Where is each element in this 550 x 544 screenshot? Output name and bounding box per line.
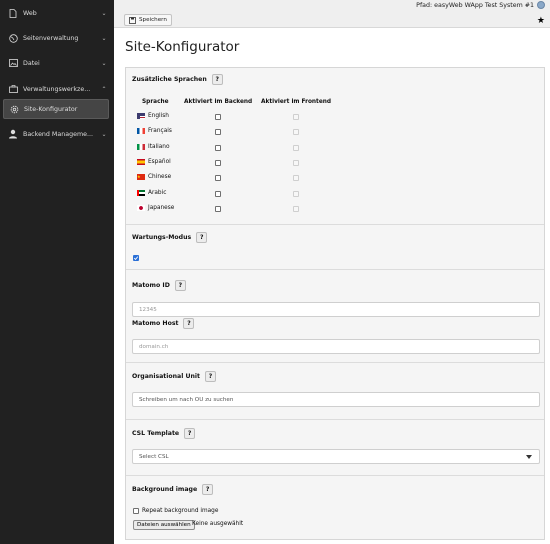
frontend-checkbox-japanese <box>293 206 299 212</box>
matomo-host-input[interactable]: domain.ch <box>132 339 540 354</box>
frontend-checkbox-espanol <box>293 160 299 166</box>
matomo-id-input[interactable]: 12345 <box>132 302 540 317</box>
page-icon <box>3 8 23 18</box>
config-panel: Zusätzliche Sprachen ? Sprache Aktiviert… <box>125 67 545 540</box>
chevron-up-icon: ⌃ <box>101 85 107 93</box>
backend-checkbox-chinese[interactable] <box>215 175 221 181</box>
sidebar-item-web[interactable]: Web ⌄ <box>3 3 109 23</box>
save-button[interactable]: Speichern <box>124 14 172 26</box>
sidebar-item-seitenverwaltung[interactable]: Seitenverwaltung ⌄ <box>3 28 109 48</box>
language-francais: Français <box>137 128 172 134</box>
backend-checkbox-english[interactable] <box>215 114 221 120</box>
maintenance-checkbox[interactable] <box>133 255 139 261</box>
topbar: Pfad: easyWeb WApp Test System #1 Speich… <box>114 0 550 28</box>
ou-search-input[interactable]: Schreiben um nach OU zu suchen <box>132 392 540 407</box>
image-icon <box>3 59 23 67</box>
divider <box>126 475 544 476</box>
maintenance-header: Wartungs-Modus ? <box>132 232 208 243</box>
chevron-down-icon: ⌄ <box>101 9 107 17</box>
csl-select[interactable]: Select CSL <box>132 449 540 464</box>
help-button-matomo-id[interactable]: ? <box>174 280 186 291</box>
sidebar-item-verwaltungswerkzeuge[interactable]: Verwaltungswerkze... ⌃ <box>3 79 109 99</box>
col-language: Sprache <box>142 99 169 105</box>
users-icon <box>3 129 23 139</box>
frontend-checkbox-francais <box>293 129 299 135</box>
chevron-down-icon: ⌄ <box>101 34 107 42</box>
flag-italy-icon <box>137 144 145 150</box>
divider <box>126 269 544 270</box>
divider <box>126 224 544 225</box>
col-frontend: Aktiviert im Frontend <box>261 99 332 105</box>
sidebar-item-backend-management[interactable]: Backend Manageme... ⌄ <box>3 124 109 144</box>
flag-us-icon <box>137 113 145 119</box>
frontend-checkbox-italiano <box>293 145 299 151</box>
frontend-checkbox-english <box>293 114 299 120</box>
file-select-button[interactable]: Dateien auswählen <box>133 520 195 530</box>
globe-icon <box>3 33 23 43</box>
divider <box>126 419 544 420</box>
csl-header: CSL Template ? <box>132 428 196 439</box>
help-button-background[interactable]: ? <box>202 484 214 495</box>
help-button-csl[interactable]: ? <box>184 428 196 439</box>
frontend-checkbox-arabic <box>293 191 299 197</box>
flag-france-icon <box>137 128 145 134</box>
bookmark-star-icon[interactable]: ★ <box>537 16 545 26</box>
flag-china-icon: ★ <box>137 174 145 180</box>
repeat-background-label: Repeat background image <box>142 508 219 514</box>
info-icon[interactable] <box>537 1 545 9</box>
backend-checkbox-japanese[interactable] <box>215 206 221 212</box>
divider <box>126 362 544 363</box>
backend-checkbox-espanol[interactable] <box>215 160 221 166</box>
help-button-maintenance[interactable]: ? <box>196 232 208 243</box>
gear-icon <box>4 105 24 114</box>
page-title: Site-Konfigurator <box>125 39 240 55</box>
matomo-id-header: Matomo ID ? <box>132 280 186 291</box>
language-arabic: Arabic <box>137 190 166 196</box>
flag-arabic-icon <box>137 190 145 196</box>
languages-header: Zusätzliche Sprachen ? <box>132 74 223 85</box>
backend-checkbox-italiano[interactable] <box>215 145 221 151</box>
floppy-disk-icon <box>129 16 136 24</box>
help-button-ou[interactable]: ? <box>205 371 216 382</box>
col-backend: Aktiviert im Backend <box>184 99 253 105</box>
repeat-background-checkbox[interactable] <box>133 508 139 514</box>
background-image-header: Background image ? <box>132 484 214 495</box>
sidebar: Web ⌄ Seitenverwaltung ⌄ Datei ⌄ Verwalt… <box>0 0 114 544</box>
sidebar-item-datei[interactable]: Datei ⌄ <box>3 53 109 73</box>
language-italiano: Italiano <box>137 144 170 150</box>
chevron-down-icon: ⌄ <box>101 59 107 67</box>
dropdown-arrow-icon <box>526 455 532 459</box>
frontend-checkbox-chinese <box>293 175 299 181</box>
breadcrumb: Pfad: easyWeb WApp Test System #1 <box>416 1 545 9</box>
help-button-languages[interactable]: ? <box>211 74 223 85</box>
language-espanol: Español <box>137 159 171 165</box>
backend-checkbox-francais[interactable] <box>215 129 221 135</box>
language-english: English <box>137 113 169 119</box>
chevron-down-icon: ⌄ <box>101 130 107 138</box>
language-japanese: Japanese <box>137 205 174 211</box>
language-chinese: ★ Chinese <box>137 174 172 180</box>
file-status-text: Keine ausgewählt <box>192 521 244 527</box>
backend-checkbox-arabic[interactable] <box>215 191 221 197</box>
matomo-host-header: Matomo Host ? <box>132 318 195 329</box>
flag-japan-icon <box>137 205 145 211</box>
ou-header: Organisational Unit ? <box>132 371 216 382</box>
briefcase-icon <box>3 85 23 93</box>
help-button-matomo-host[interactable]: ? <box>183 318 195 329</box>
flag-spain-icon <box>137 159 145 165</box>
sidebar-item-site-konfigurator[interactable]: Site-Konfigurator <box>3 99 109 119</box>
